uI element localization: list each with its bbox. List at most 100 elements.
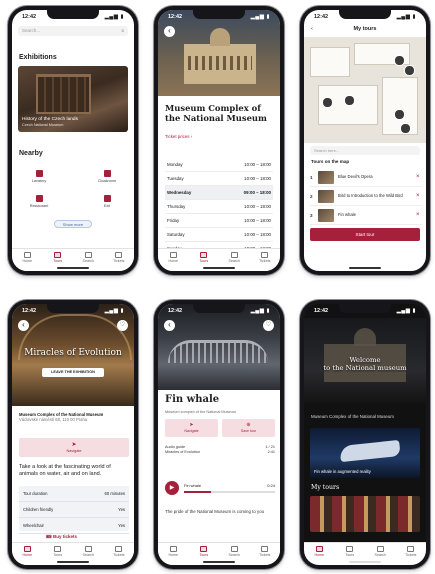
map-pin[interactable] xyxy=(404,65,415,76)
remove-icon[interactable]: × xyxy=(416,212,422,218)
tab-tours[interactable]: Tours xyxy=(193,252,215,263)
list-item[interactable]: 1 Blue Devil's Opera × xyxy=(310,168,422,187)
remove-icon[interactable]: × xyxy=(416,174,422,180)
nearby-restaurant[interactable]: Restaurant xyxy=(22,189,56,213)
tab-tours[interactable]: Tours xyxy=(47,546,69,557)
tab-label: Tickets xyxy=(259,553,271,557)
tab-tickets[interactable]: Tickets xyxy=(400,546,422,557)
leave-exhibition-button[interactable]: LEAVE THE EXHIBITION xyxy=(42,368,104,377)
play-button[interactable]: ▶ xyxy=(165,481,179,495)
lavatory-icon xyxy=(35,169,43,177)
time: 09:00 – 18:00 xyxy=(243,190,271,195)
item-title: Blue Devil's Opera xyxy=(338,174,373,180)
buy-label: Buy tickets xyxy=(52,534,77,539)
search-input[interactable]: Search here... xyxy=(310,146,420,155)
section-title: Tours on the map xyxy=(311,159,350,164)
notch xyxy=(47,10,99,19)
tab-label: Search xyxy=(228,553,240,557)
filter-icon[interactable]: ≡ xyxy=(121,28,124,33)
home-icon xyxy=(315,546,323,552)
back-icon[interactable]: ‹ xyxy=(311,23,313,35)
audio-progress[interactable] xyxy=(184,491,275,493)
map-pin[interactable] xyxy=(400,123,411,134)
map-pin[interactable] xyxy=(394,55,405,66)
save-tour-button[interactable]: ⊕ Save tour xyxy=(222,419,275,437)
time: 10:00 – 18:00 xyxy=(244,162,271,167)
navigate-button[interactable]: ➤ Navigate xyxy=(165,419,218,437)
start-tour-button[interactable]: Start tour xyxy=(310,228,420,241)
tab-home[interactable]: Home xyxy=(162,546,184,557)
tab-label: Tickets xyxy=(113,553,125,557)
map-pin[interactable] xyxy=(344,95,355,106)
item-thumbnail xyxy=(318,170,334,184)
search-icon xyxy=(376,546,384,552)
search-input[interactable]: Search... ≡ xyxy=(18,26,128,36)
buy-tickets-button[interactable]: 🎟 Buy tickets xyxy=(46,534,77,540)
battery-icon: ▂▄▆ ▮ xyxy=(104,14,124,20)
tab-home[interactable]: Home xyxy=(162,252,184,263)
tab-search[interactable]: Search xyxy=(223,252,245,263)
status-time: 12:42 xyxy=(168,308,183,314)
nearby-cloakroom[interactable]: Cloakroom xyxy=(90,164,124,188)
tab-tours[interactable]: Tours xyxy=(47,252,69,263)
nearby-label: Exit xyxy=(103,203,111,208)
tours-icon xyxy=(54,546,62,552)
tab-search[interactable]: Search xyxy=(223,546,245,557)
floor-map[interactable] xyxy=(304,37,426,143)
home-icon xyxy=(23,252,31,258)
tab-search[interactable]: Search xyxy=(369,546,391,557)
battery-icon: ▂▄▆ ▮ xyxy=(250,308,270,314)
exhibit-location: Museum complex of the National Museum xyxy=(165,410,236,414)
map-pin[interactable] xyxy=(394,109,405,120)
map-pin[interactable] xyxy=(322,97,333,108)
tab-tours[interactable]: Tours xyxy=(339,546,361,557)
save-label: Save tour xyxy=(240,429,257,433)
tab-home[interactable]: Home xyxy=(308,546,330,557)
tab-tours[interactable]: Tours xyxy=(193,546,215,557)
whale-skeleton xyxy=(168,340,268,363)
back-button[interactable]: ‹ xyxy=(18,320,29,331)
tour-card-image[interactable] xyxy=(310,496,420,532)
remove-icon[interactable]: × xyxy=(416,193,422,199)
navigate-button[interactable]: ➤ Navigate xyxy=(19,438,129,457)
tab-search[interactable]: Search xyxy=(77,252,99,263)
ar-whale-card[interactable]: Fin whale in augmented reality xyxy=(310,428,420,478)
tour-details: Tour duration 60 minutes Children friendl… xyxy=(19,486,129,534)
nearby-lavatory[interactable]: Lavatory xyxy=(22,164,56,188)
tab-home[interactable]: Home xyxy=(16,252,38,263)
tab-label: Tours xyxy=(199,259,209,263)
tab-label: Tours xyxy=(345,553,355,557)
tab-label: Tours xyxy=(199,553,209,557)
show-more-button[interactable]: Show more xyxy=(54,220,92,228)
exit-icon xyxy=(103,194,111,202)
item-number: 3 xyxy=(310,212,313,218)
ticket-prices-link[interactable]: Ticket prices › xyxy=(165,134,192,139)
back-button[interactable]: ‹ xyxy=(164,320,175,331)
welcome-line-2: to the National museum xyxy=(323,364,407,373)
location-address: Václavské náměstí 68, 110 00 Praha xyxy=(19,417,88,423)
back-button[interactable]: ‹ xyxy=(164,26,175,37)
hours-row-today: Wednesday 09:00 – 18:00 xyxy=(165,186,273,200)
tab-tickets[interactable]: Tickets xyxy=(254,546,276,557)
tab-search[interactable]: Search xyxy=(77,546,99,557)
featured-exhibition-card[interactable]: History of the Czech lands Czech Nationa… xyxy=(18,66,128,132)
item-thumbnail xyxy=(318,189,334,203)
nearby-heading: Nearby xyxy=(19,150,43,157)
time: 10:00 – 18:00 xyxy=(244,176,271,181)
tab-tickets[interactable]: Tickets xyxy=(108,546,130,557)
ticket-icon xyxy=(115,252,123,258)
audio-info: Fin whale 0:24 xyxy=(184,483,275,493)
nearby-exit[interactable]: Exit xyxy=(90,189,124,213)
favorite-icon[interactable]: ♡ xyxy=(263,320,274,331)
museum-windows xyxy=(188,56,252,70)
list-item[interactable]: 3 Fin whale × xyxy=(310,206,422,225)
tab-tickets[interactable]: Tickets xyxy=(108,252,130,263)
tab-tickets[interactable]: Tickets xyxy=(254,252,276,263)
exhibition-image xyxy=(36,74,91,114)
list-item[interactable]: 2 Bird to Introduction to the Wild Bird × xyxy=(310,187,422,206)
tours-icon xyxy=(54,252,62,258)
search-icon xyxy=(84,252,92,258)
tab-home[interactable]: Home xyxy=(16,546,38,557)
favorite-icon[interactable]: ♡ xyxy=(117,320,128,331)
day: Friday xyxy=(167,218,180,223)
